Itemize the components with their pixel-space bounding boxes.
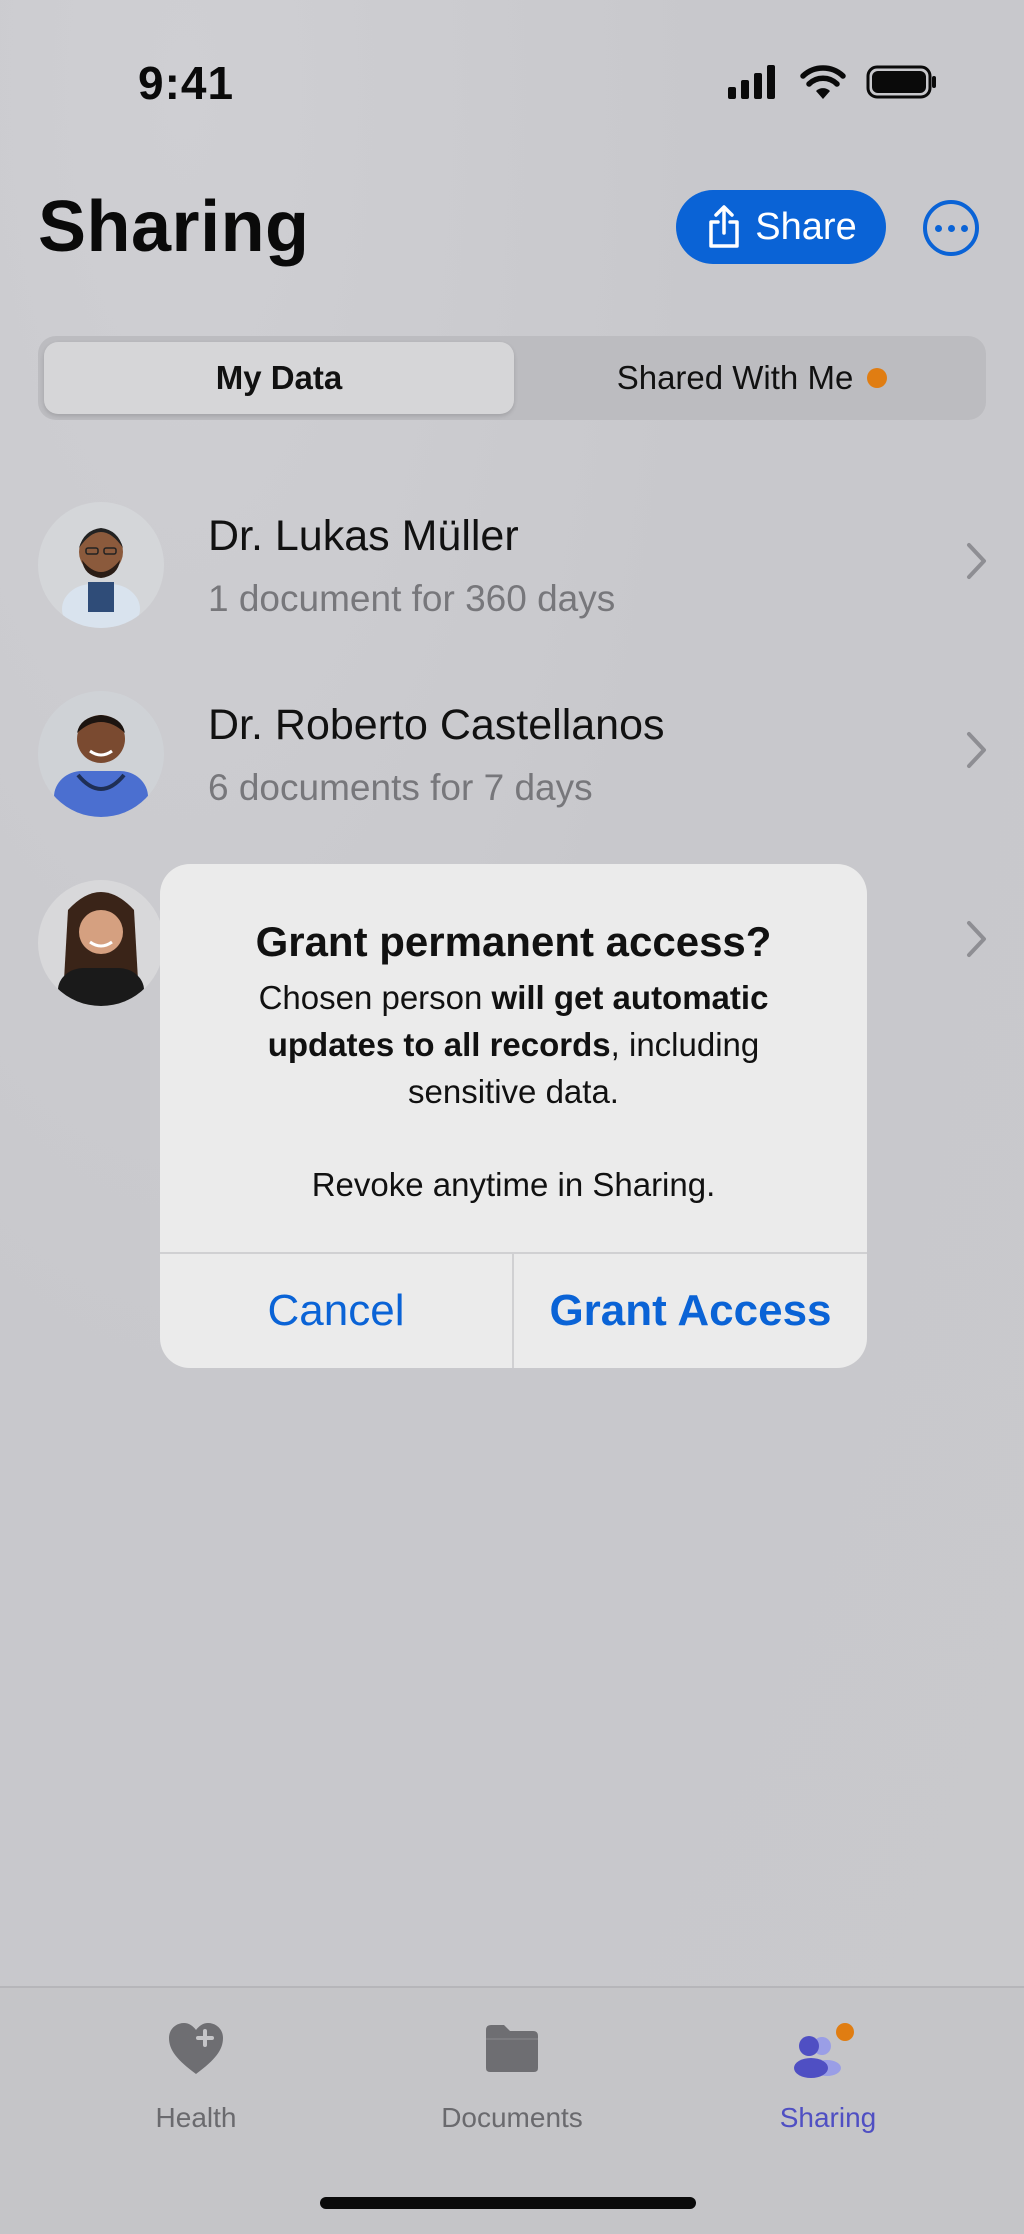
share-button[interactable]: Share xyxy=(676,190,886,264)
avatar xyxy=(38,691,164,817)
ellipsis-icon xyxy=(934,224,942,232)
tab-shared-with-me[interactable]: Shared With Me xyxy=(524,342,980,414)
sharing-screen: 9:41 Sharing Share My Data Shared With M… xyxy=(0,0,1024,2234)
list-item[interactable]: Dr. Lukas Müller 1 document for 360 days xyxy=(38,502,988,632)
page-title: Sharing xyxy=(38,187,310,267)
tab-documents-label: Documents xyxy=(441,2102,583,2133)
tab-shared-with-me-label: Shared With Me xyxy=(616,359,854,396)
share-button-label: Share xyxy=(755,205,857,248)
wifi-icon xyxy=(800,65,846,99)
cancel-button[interactable]: Cancel xyxy=(160,1254,512,1368)
tab-health[interactable]: Health xyxy=(76,1988,316,2158)
people-icon xyxy=(794,2023,854,2078)
avatar xyxy=(38,502,164,628)
home-indicator xyxy=(320,2197,696,2209)
grant-access-button[interactable]: Grant Access xyxy=(514,1254,867,1368)
battery-icon xyxy=(866,65,936,99)
more-options-button[interactable] xyxy=(923,200,979,256)
notification-dot xyxy=(867,368,888,388)
share-icon xyxy=(709,205,740,248)
dialog-note: Revoke anytime in Sharing. xyxy=(311,1166,716,1203)
folder-icon xyxy=(486,2025,538,2072)
grant-access-dialog: Grant permanent access? Chosen person wi… xyxy=(160,864,867,1368)
tab-documents[interactable]: Documents xyxy=(392,1988,632,2158)
dialog-title: Grant permanent access? xyxy=(255,918,772,965)
chevron-right-icon xyxy=(967,921,986,957)
status-time: 9:41 xyxy=(138,57,235,109)
tab-sharing-label: Sharing xyxy=(779,2102,877,2133)
segmented-control: My Data Shared With Me xyxy=(38,336,986,420)
heart-plus-icon xyxy=(169,2023,223,2074)
list-item[interactable]: Dr. Roberto Castellanos 6 documents for … xyxy=(38,691,988,821)
chevron-right-icon xyxy=(967,543,986,579)
contact-name: Dr. Roberto Castellanos xyxy=(208,701,665,749)
chevron-right-icon xyxy=(967,732,986,768)
dialog-message-start: Chosen person xyxy=(258,979,492,1016)
avatar xyxy=(38,880,164,1006)
contact-name: Dr. Lukas Müller xyxy=(208,512,519,560)
tab-health-label: Health xyxy=(155,2102,237,2133)
status-icons xyxy=(728,64,938,100)
signal-icon xyxy=(728,65,775,99)
contact-subtitle: 6 documents for 7 days xyxy=(208,767,593,808)
dialog-message: Chosen person will get automatic updates… xyxy=(200,974,827,1115)
contact-subtitle: 1 document for 360 days xyxy=(208,578,616,619)
tab-sharing[interactable]: Sharing xyxy=(708,1988,948,2158)
ellipsis-dot xyxy=(960,224,968,232)
tab-my-data[interactable]: My Data xyxy=(44,342,514,414)
ellipsis-dot xyxy=(947,224,955,232)
